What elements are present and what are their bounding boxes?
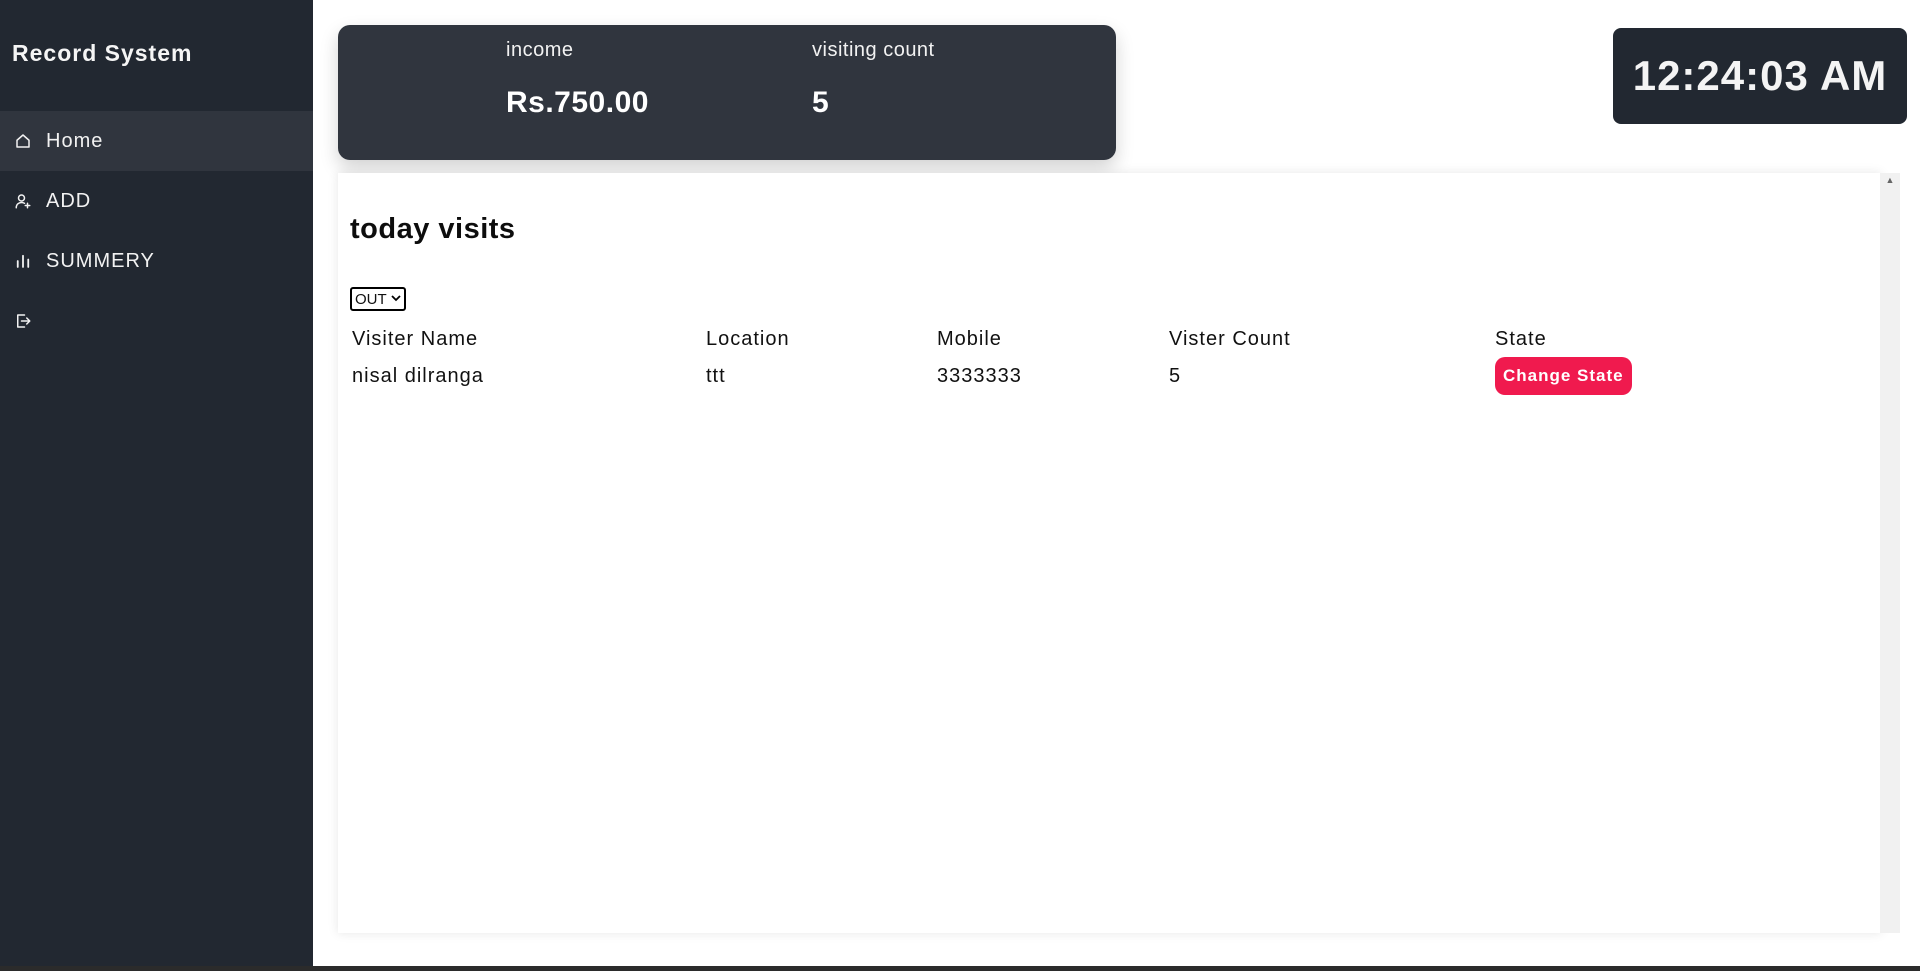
- stats-card: income Rs.750.00 visiting count 5: [338, 25, 1116, 160]
- state-filter-value: OUT: [355, 290, 387, 308]
- sidebar-item-logout[interactable]: [0, 291, 313, 351]
- bar-chart-icon: [14, 252, 32, 270]
- sidebar: Record System Home ADD SUMMERY: [0, 0, 313, 971]
- window-bottom-edge: [0, 966, 1920, 971]
- scroll-up-arrow-icon[interactable]: ▲: [1884, 174, 1896, 186]
- logout-icon: [14, 312, 32, 330]
- location-cell: ttt: [706, 364, 726, 387]
- mobile-cell: 3333333: [937, 364, 1022, 387]
- table-header-row: Visiter Name Location Mobile Vister Coun…: [350, 321, 1693, 357]
- visits-table: Visiter Name Location Mobile Vister Coun…: [350, 321, 1693, 395]
- app-brand: Record System: [12, 40, 193, 66]
- column-header: Visiter Name: [352, 327, 479, 350]
- visiting-count-label: visiting count: [812, 39, 935, 61]
- column-header: Mobile: [937, 327, 1002, 350]
- sidebar-item-home[interactable]: Home: [0, 111, 313, 171]
- sidebar-item-label: Home: [46, 129, 104, 152]
- change-state-button[interactable]: Change State: [1495, 357, 1632, 395]
- column-header: Vister Count: [1169, 327, 1291, 350]
- state-filter-select[interactable]: OUT: [350, 287, 406, 311]
- visitor-count-cell: 5: [1169, 364, 1182, 387]
- visiting-count-value: 5: [812, 86, 830, 119]
- sidebar-item-summery[interactable]: SUMMERY: [0, 231, 313, 291]
- panel-scrollbar[interactable]: [1880, 173, 1900, 933]
- home-icon: [14, 132, 32, 150]
- chevron-down-icon: [391, 294, 401, 305]
- add-user-icon: [14, 192, 32, 210]
- income-label: income: [506, 39, 574, 61]
- sidebar-item-add[interactable]: ADD: [0, 171, 313, 231]
- sidebar-item-label: ADD: [46, 189, 92, 212]
- column-header: State: [1495, 327, 1547, 350]
- sidebar-item-label: SUMMERY: [46, 249, 155, 272]
- table-row: nisal dilranga ttt 3333333 5 Change Stat…: [350, 357, 1693, 395]
- clock-display: 12:24:03 AM: [1613, 28, 1907, 124]
- column-header: Location: [706, 327, 790, 350]
- visiting-count-stat: visiting count 5: [812, 39, 935, 120]
- income-value: Rs.750.00: [506, 86, 649, 119]
- income-stat: income Rs.750.00: [506, 39, 649, 120]
- page-title: today visits: [350, 213, 516, 245]
- sidebar-nav: Home ADD SUMMERY: [0, 111, 313, 351]
- visitor-name-cell: nisal dilranga: [352, 364, 484, 387]
- state-cell: Change State: [1493, 357, 1693, 395]
- today-visits-panel: today visits OUT Visiter Name Location M…: [338, 173, 1881, 933]
